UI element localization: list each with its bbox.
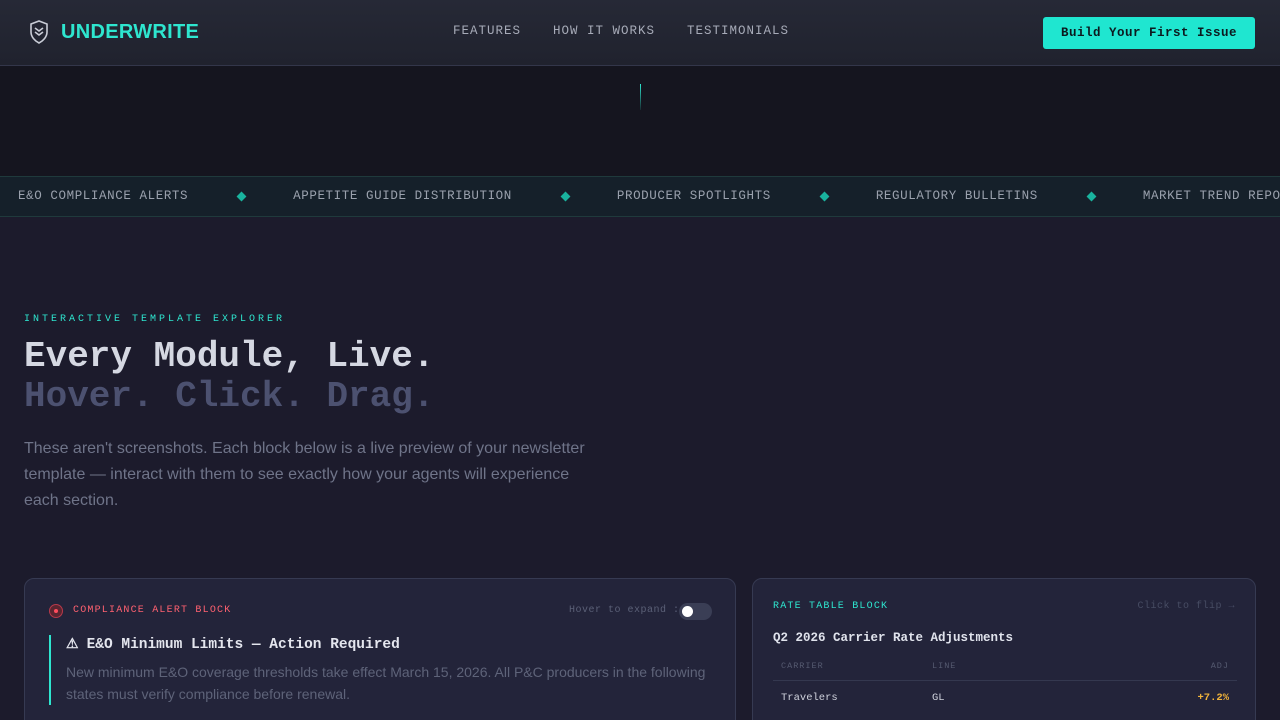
marquee-item: APPETITE GUIDE DISTRIBUTION xyxy=(293,189,512,203)
brand[interactable]: UNDERWRITE xyxy=(28,20,199,44)
marquee-item: E&O COMPLIANCE ALERTS xyxy=(18,189,189,203)
feature-marquee: E&O COMPLIANCE ALERTS APPETITE GUIDE DIS… xyxy=(0,176,1280,217)
rate-table-card[interactable]: RATE TABLE BLOCK Click to flip → Q2 2026… xyxy=(752,578,1256,720)
section-subtitle: Hover. Click. Drag. xyxy=(24,376,435,417)
alert-title-text: E&O Minimum Limits — Action Required xyxy=(86,636,400,653)
block-label: COMPLIANCE ALERT BLOCK xyxy=(73,605,232,616)
hover-hint: Hover to expand : xyxy=(569,605,680,616)
nav-link-testimonials[interactable]: TESTIMONIALS xyxy=(687,24,789,38)
diamond-separator-icon xyxy=(560,191,571,201)
diamond-separator-icon xyxy=(1086,191,1097,201)
alert-status-icon xyxy=(49,604,63,618)
section-description: These aren't screenshots. Each block bel… xyxy=(24,440,585,509)
rate-table-title: Q2 2026 Carrier Rate Adjustments xyxy=(773,631,1014,645)
hero-band xyxy=(0,66,1280,176)
column-header-line: LINE xyxy=(932,661,957,671)
shield-logo-icon xyxy=(30,20,48,44)
build-first-issue-button[interactable]: Build Your First Issue xyxy=(1043,17,1255,49)
warning-icon: ⚠ xyxy=(66,637,79,653)
nav-link-features[interactable]: FEATURES xyxy=(453,24,521,38)
expand-toggle[interactable] xyxy=(679,603,712,620)
marquee-item: REGULATORY BULLETINS xyxy=(875,189,1038,203)
diamond-separator-icon xyxy=(236,191,247,201)
marquee-item: PRODUCER SPOTLIGHTS xyxy=(616,189,771,203)
table-row: Travelers GL +7.2% xyxy=(773,681,1237,715)
flip-hint[interactable]: Click to flip → xyxy=(1137,601,1235,612)
alert-text: New minimum E&O coverage thresholds take… xyxy=(66,664,706,702)
nav-link-how-it-works[interactable]: HOW IT WORKS xyxy=(553,24,655,38)
block-label: RATE TABLE BLOCK xyxy=(773,601,889,612)
toggle-knob xyxy=(682,606,693,617)
section-title: Every Module, Live. xyxy=(24,336,435,377)
diamond-separator-icon xyxy=(819,191,830,201)
rate-table: CARRIER LINE ADJ Travelers GL +7.2% xyxy=(773,661,1237,715)
alert-title: ⚠ E&O Minimum Limits — Action Required xyxy=(66,636,713,654)
column-header-carrier: CARRIER xyxy=(781,661,824,671)
marquee-item: MARKET TREND REPORTS xyxy=(1142,189,1280,203)
table-header: CARRIER LINE ADJ xyxy=(773,661,1237,681)
typing-cursor xyxy=(640,84,641,110)
column-header-adj: ADJ xyxy=(1210,661,1229,671)
alert-body: ⚠ E&O Minimum Limits — Action Required N… xyxy=(49,635,713,705)
cell-carrier: Travelers xyxy=(781,692,838,704)
compliance-alert-card[interactable]: COMPLIANCE ALERT BLOCK Hover to expand :… xyxy=(24,578,736,720)
nav-links: FEATURES HOW IT WORKS TESTIMONIALS xyxy=(453,24,821,38)
cell-line: GL xyxy=(932,692,945,704)
top-nav: UNDERWRITE FEATURES HOW IT WORKS TESTIMO… xyxy=(0,0,1280,66)
section-eyebrow: INTERACTIVE TEMPLATE EXPLORER xyxy=(24,314,286,325)
marquee-track: E&O COMPLIANCE ALERTS APPETITE GUIDE DIS… xyxy=(18,189,1280,203)
brand-name: UNDERWRITE xyxy=(61,20,200,43)
cell-adj: +7.2% xyxy=(1197,692,1229,704)
